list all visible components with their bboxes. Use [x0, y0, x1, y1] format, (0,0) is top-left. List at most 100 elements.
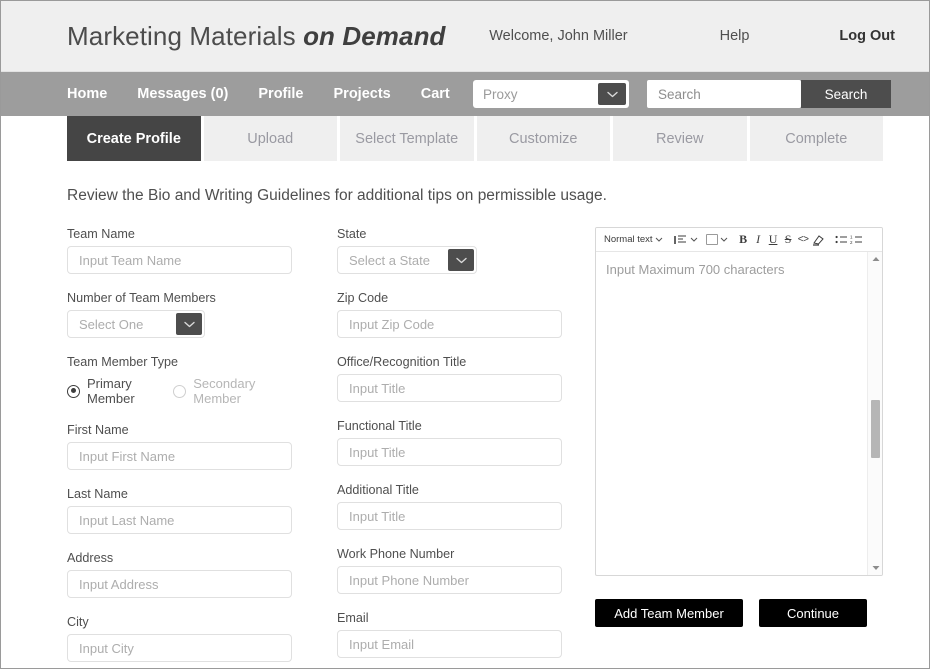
label-team-member-type: Team Member Type [67, 355, 179, 369]
chevron-down-icon[interactable] [448, 249, 474, 271]
scrollbar-thumb[interactable] [871, 400, 880, 458]
input-office-recognition-title-placeholder: Input Title [349, 380, 406, 396]
input-address[interactable]: Input Address [67, 570, 292, 598]
editor-scrollbar[interactable] [867, 252, 882, 575]
bulleted-list-icon[interactable] [834, 230, 849, 250]
welcome-message: Welcome, John Miller [489, 28, 628, 44]
svg-text:2: 2 [850, 240, 853, 245]
continue-button[interactable]: Continue [759, 599, 867, 627]
input-zip-code-placeholder: Input Zip Code [349, 316, 435, 332]
input-address-placeholder: Input Address [79, 576, 159, 592]
label-work-phone-number: Work Phone Number [337, 547, 455, 561]
brand-title-prefix: Marketing Materials [67, 20, 304, 51]
select-state[interactable]: Select a State [337, 246, 477, 274]
tab-create-profile[interactable]: Create Profile [67, 116, 201, 161]
label-functional-title: Functional Title [337, 419, 422, 433]
clear-formatting-icon[interactable] [811, 230, 826, 250]
select-state-value: Select a State [349, 252, 430, 268]
help-link[interactable]: Help [720, 28, 750, 44]
bio-textarea-placeholder: Input Maximum 700 characters [606, 262, 785, 277]
tab-customize[interactable]: Customize [476, 116, 610, 161]
strikethrough-icon[interactable]: S [781, 230, 796, 250]
color-swatch [705, 234, 718, 245]
label-number-of-team-members: Number of Team Members [67, 291, 216, 305]
nav-item-messages[interactable]: Messages (0) [137, 86, 228, 102]
label-address: Address [67, 551, 114, 565]
label-zip-code: Zip Code [337, 291, 389, 305]
input-zip-code[interactable]: Input Zip Code [337, 310, 562, 338]
logout-link[interactable]: Log Out [839, 28, 895, 44]
input-team-name[interactable]: Input Team Name [67, 246, 292, 274]
input-city[interactable]: Input City [67, 634, 292, 662]
field-city: City Input City [67, 615, 292, 662]
line-spacing-icon[interactable] [673, 230, 688, 250]
tab-upload[interactable]: Upload [203, 116, 337, 161]
input-email[interactable]: Input Email [337, 630, 562, 658]
step-tabs: Create Profile Upload Select Template Cu… [1, 116, 929, 161]
brand-title-strong: on Demand [303, 20, 446, 51]
label-city: City [67, 615, 89, 629]
input-work-phone-number[interactable]: Input Phone Number [337, 566, 562, 594]
bio-rich-text-editor: Normal text B I U S <> 1 2 Input Maximum… [595, 227, 883, 576]
app-window: Marketing Materials on Demand Welcome, J… [0, 0, 930, 669]
tab-review[interactable]: Review [613, 116, 747, 161]
form-column-middle: State Select a State Zip Code Input Zip … [337, 227, 562, 668]
masthead: Marketing Materials on Demand Welcome, J… [1, 1, 929, 72]
field-additional-title: Additional Title Input Title [337, 483, 562, 530]
radio-primary-member-label: Primary Member [87, 376, 135, 406]
input-office-recognition-title[interactable]: Input Title [337, 374, 562, 402]
chevron-down-icon[interactable] [598, 83, 626, 105]
underline-icon[interactable]: U [766, 230, 781, 250]
tab-complete[interactable]: Complete [749, 116, 883, 161]
select-number-of-team-members-value: Select One [79, 316, 144, 332]
radio-secondary-member[interactable]: Secondary Member [173, 376, 269, 406]
form-column-left: Team Name Input Team Name Number of Team… [67, 227, 292, 668]
scroll-up-arrow-icon[interactable] [868, 252, 882, 266]
svg-text:1: 1 [850, 235, 853, 240]
input-first-name[interactable]: Input First Name [67, 442, 292, 470]
radio-group-team-member-type: Primary Member Secondary Member [67, 376, 292, 406]
search-input[interactable]: Search [647, 80, 801, 108]
radio-primary-member[interactable]: Primary Member [67, 376, 150, 406]
scroll-down-arrow-icon[interactable] [868, 561, 882, 575]
input-team-name-placeholder: Input Team Name [79, 252, 182, 268]
search-button[interactable]: Search [801, 80, 891, 108]
chevron-down-icon[interactable] [690, 230, 698, 250]
chevron-down-icon[interactable] [176, 313, 202, 335]
nav-item-home[interactable]: Home [67, 86, 107, 102]
code-icon[interactable]: <> [796, 230, 811, 250]
label-first-name: First Name [67, 423, 129, 437]
input-work-phone-number-placeholder: Input Phone Number [349, 572, 469, 588]
field-last-name: Last Name Input Last Name [67, 487, 292, 534]
label-team-name: Team Name [67, 227, 135, 241]
field-first-name: First Name Input First Name [67, 423, 292, 470]
input-functional-title[interactable]: Input Title [337, 438, 562, 466]
bio-textarea[interactable]: Input Maximum 700 characters [596, 252, 867, 575]
numbered-list-icon[interactable]: 1 2 [849, 230, 864, 250]
nav-item-cart[interactable]: Cart [421, 86, 450, 102]
input-additional-title[interactable]: Input Title [337, 502, 562, 530]
radio-unselected-icon [173, 384, 187, 398]
text-style-dropdown-label: Normal text [604, 234, 653, 245]
search-input-placeholder: Search [658, 86, 701, 102]
italic-icon[interactable]: I [751, 230, 766, 250]
text-color-swatch-icon[interactable] [705, 230, 718, 250]
nav-right-tools: Proxy Search Search [473, 80, 891, 108]
editor-body: Input Maximum 700 characters [596, 252, 882, 575]
label-email: Email [337, 611, 369, 625]
form-column-right: Normal text B I U S <> 1 2 Input Maximum… [595, 227, 883, 668]
chevron-down-icon[interactable] [720, 230, 728, 250]
nav-item-projects[interactable]: Projects [334, 86, 391, 102]
add-team-member-button[interactable]: Add Team Member [595, 599, 743, 627]
bold-icon[interactable]: B [736, 230, 751, 250]
input-last-name[interactable]: Input Last Name [67, 506, 292, 534]
input-functional-title-placeholder: Input Title [349, 444, 406, 460]
select-number-of-team-members[interactable]: Select One [67, 310, 205, 338]
radio-selected-icon [67, 384, 80, 398]
label-additional-title: Additional Title [337, 483, 419, 497]
proxy-select[interactable]: Proxy [473, 80, 629, 108]
nav-item-profile[interactable]: Profile [258, 86, 303, 102]
field-number-of-team-members: Number of Team Members Select One [67, 291, 292, 338]
text-style-dropdown[interactable]: Normal text [602, 230, 665, 250]
tab-select-template[interactable]: Select Template [340, 116, 474, 161]
